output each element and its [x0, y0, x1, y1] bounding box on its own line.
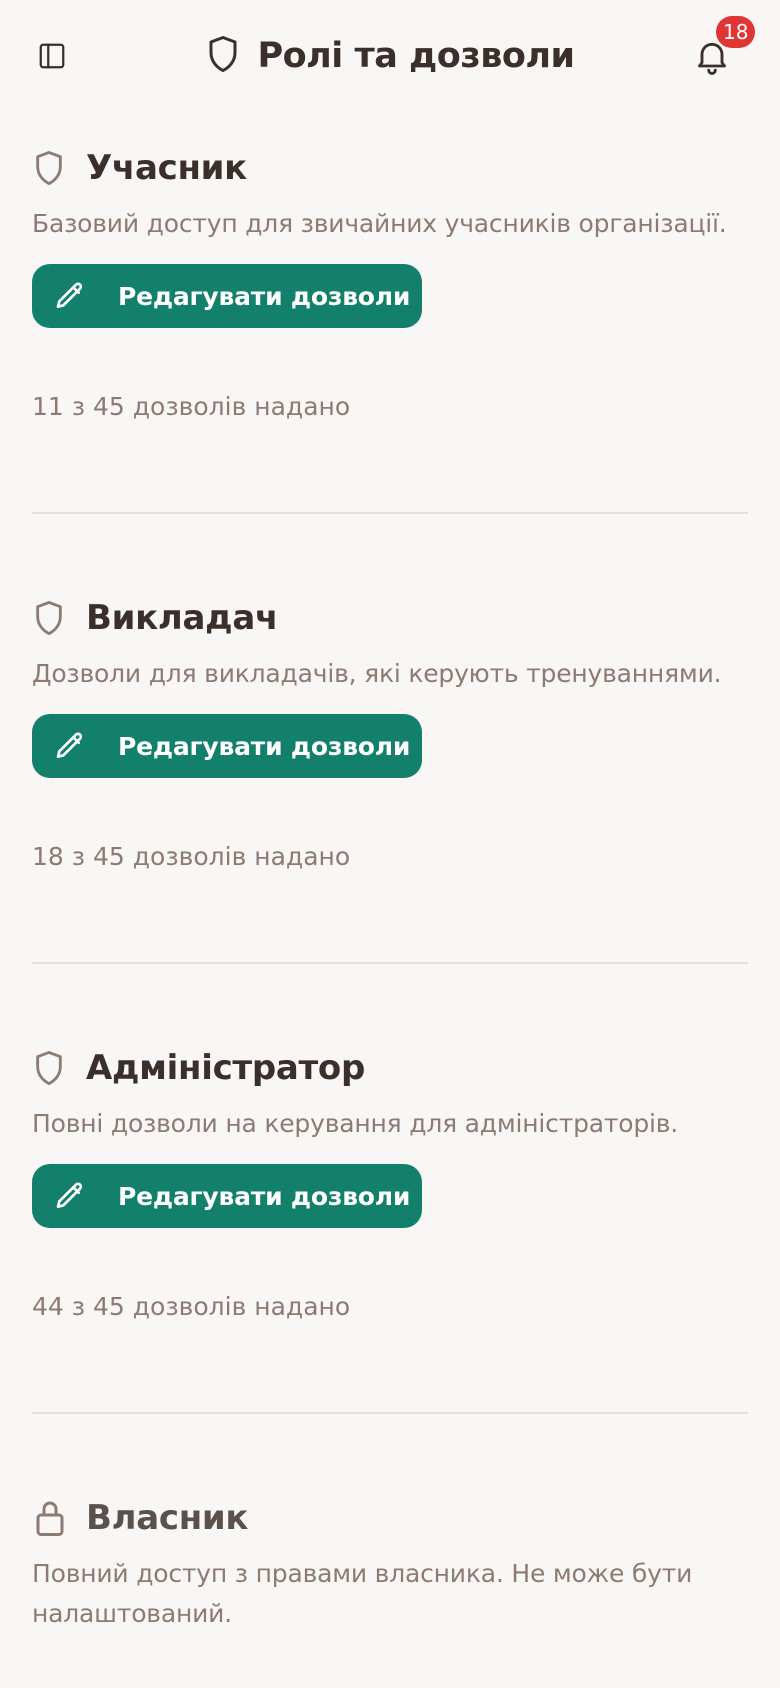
- divider: [32, 962, 748, 964]
- role-card-instructor: Викладач Дозволи для викладачів, які кер…: [32, 596, 748, 871]
- shield-icon: [32, 598, 72, 638]
- role-name: Адміністратор: [86, 1048, 366, 1088]
- pencil-icon: [54, 729, 88, 763]
- permissions-count: 11 з 45 дозволів надано: [32, 392, 351, 421]
- role-name: Власник: [86, 1498, 249, 1538]
- divider: [32, 512, 748, 514]
- notification-badge[interactable]: 18: [716, 16, 756, 48]
- role-card-owner: Власник Повний доступ з правами власника…: [32, 1496, 748, 1634]
- edit-permissions-label: Редагувати дозволи: [118, 1181, 411, 1211]
- role-description: Дозволи для викладачів, які керують трен…: [32, 659, 722, 688]
- edit-permissions-label: Редагувати дозволи: [118, 731, 411, 761]
- shield-icon: [32, 148, 72, 188]
- shield-icon: [32, 1048, 72, 1088]
- role-card-admin: Адміністратор Повні дозволи на керування…: [32, 1046, 748, 1321]
- edit-permissions-button[interactable]: Редагувати дозволи: [32, 264, 422, 328]
- divider: [32, 1412, 748, 1414]
- role-description: Повний доступ з правами власника. Не мож…: [32, 1559, 693, 1628]
- page-title: Ролі та дозволи: [257, 36, 575, 76]
- permissions-count: 18 з 45 дозволів надано: [32, 842, 351, 871]
- role-description: Базовий доступ для звичайних учасників о…: [32, 209, 727, 238]
- role-name: Учасник: [86, 148, 247, 188]
- edit-permissions-label: Редагувати дозволи: [118, 281, 411, 311]
- shield-icon: [205, 34, 241, 78]
- role-description: Повні дозволи на керування для адміністр…: [32, 1109, 679, 1138]
- pencil-icon: [54, 279, 88, 313]
- role-card-member: Учасник Базовий доступ для звичайних уча…: [32, 146, 748, 421]
- role-name: Викладач: [86, 598, 279, 638]
- pencil-icon: [54, 1179, 88, 1213]
- page-title-group: Ролі та дозволи: [0, 30, 780, 82]
- app-header: Ролі та дозволи 18: [0, 0, 780, 112]
- lock-icon: [32, 1498, 72, 1538]
- permissions-count: 44 з 45 дозволів надано: [32, 1292, 351, 1321]
- edit-permissions-button[interactable]: Редагувати дозволи: [32, 714, 422, 778]
- edit-permissions-button[interactable]: Редагувати дозволи: [32, 1164, 422, 1228]
